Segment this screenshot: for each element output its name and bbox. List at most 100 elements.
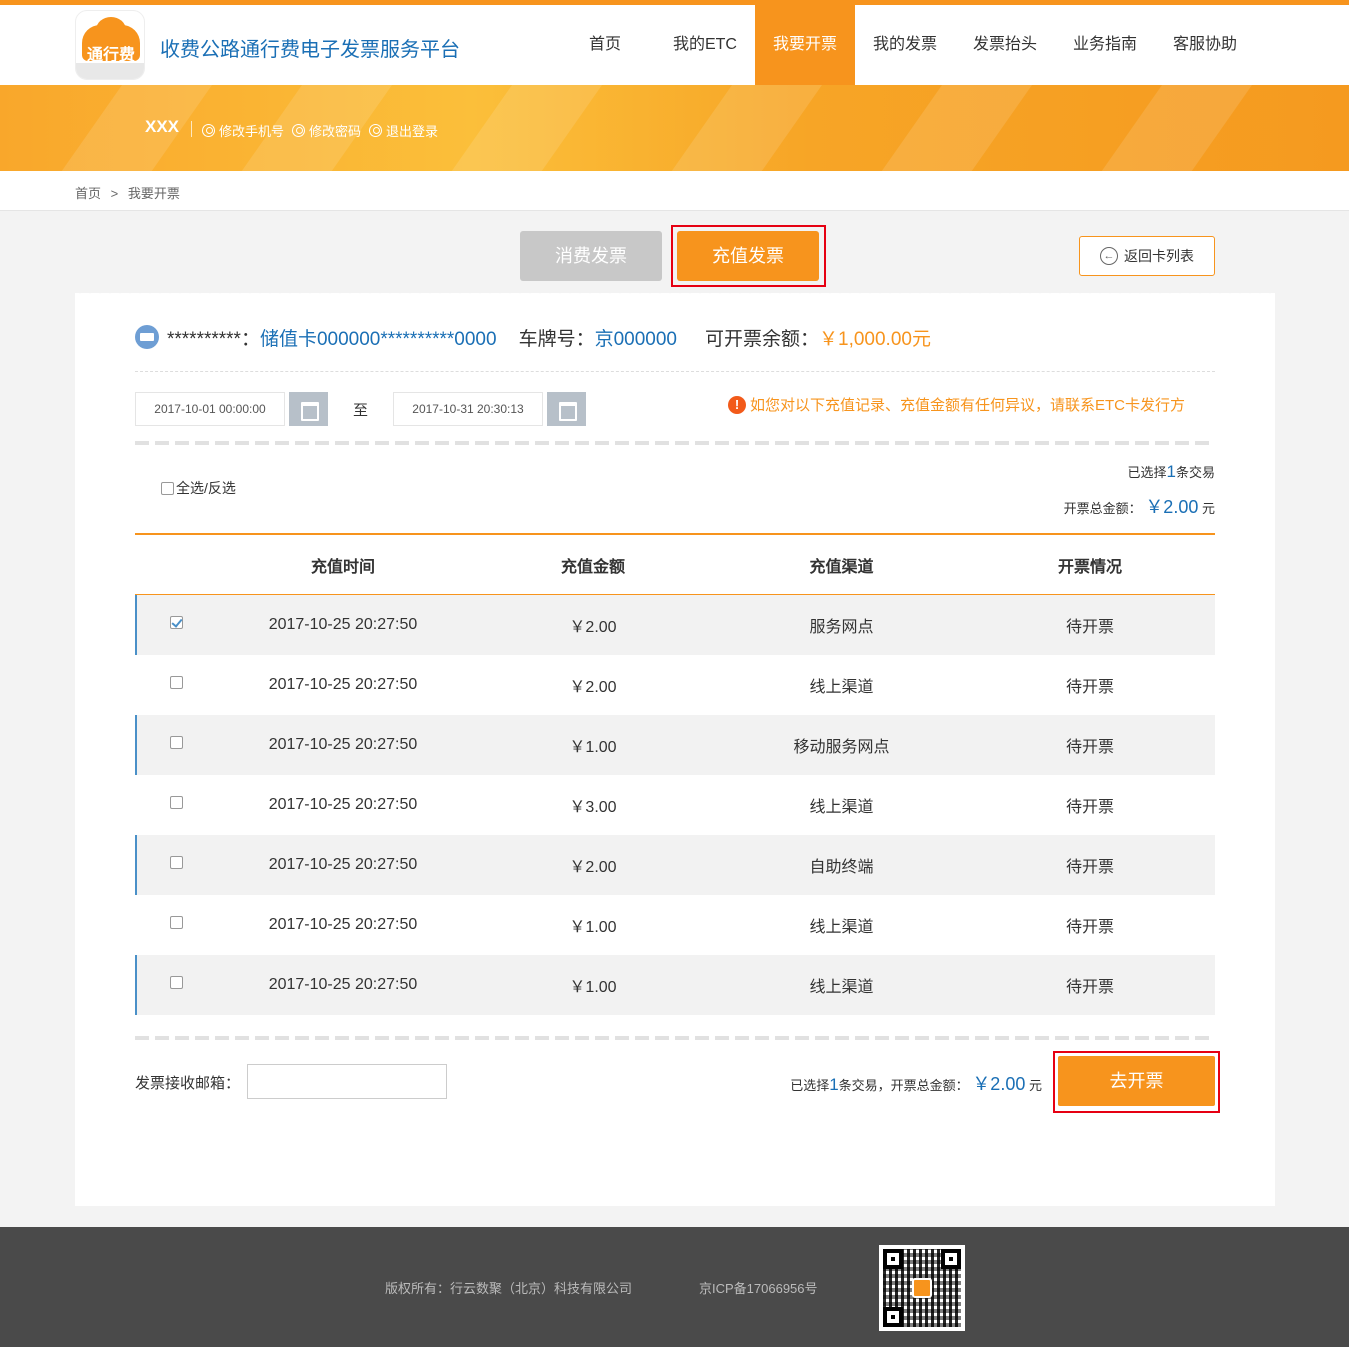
panel-serrated-edge xyxy=(75,290,1275,296)
cell-status: 待开票 xyxy=(1065,619,1114,636)
select-all-checkbox[interactable] xyxy=(161,481,174,495)
breadcrumb-home[interactable]: 首页 xyxy=(75,186,101,201)
card-number: 储值卡000000**********0000 xyxy=(259,328,497,350)
table-row[interactable]: 2017-10-25 20:27:50 ￥2.00 线上渠道 待开票 xyxy=(135,655,1215,715)
nav-item-my-invoices[interactable]: 我的发票 xyxy=(855,5,955,85)
row-checkbox[interactable] xyxy=(170,616,183,629)
column-header-channel: 充值渠道 xyxy=(809,558,874,576)
breadcrumb-bar: 首页 > 我要开票 xyxy=(0,171,1349,211)
cell-amount: ￥1.00 xyxy=(569,979,617,996)
row-checkbox[interactable] xyxy=(170,976,183,989)
balance-amount: ￥1,000.00元 xyxy=(819,328,931,350)
qr-logo-icon xyxy=(912,1278,932,1298)
cell-time: 2017-10-25 20:27:50 xyxy=(268,616,418,633)
recharge-table: 充值时间 充值金额 充值渠道 开票情况 2017-10-25 20:27:50 … xyxy=(135,533,1215,1015)
divider xyxy=(191,121,192,137)
plate-label: 车牌号： xyxy=(518,328,595,350)
cell-time: 2017-10-25 20:27:50 xyxy=(268,796,418,813)
card-masked-label: **********： xyxy=(167,328,260,350)
column-header-time: 充值时间 xyxy=(310,558,375,576)
divider xyxy=(135,371,1215,372)
breadcrumb-separator: > xyxy=(110,186,119,201)
column-header-amount: 充值金额 xyxy=(560,558,625,576)
start-date-input[interactable]: 2017-10-01 00:00:00 xyxy=(135,392,285,426)
email-label: 发票接收邮箱： xyxy=(135,1075,241,1092)
nav-item-home[interactable]: 首页 xyxy=(555,5,655,85)
cell-status: 待开票 xyxy=(1065,919,1114,936)
table-row[interactable]: 2017-10-25 20:27:50 ￥2.00 自助终端 待开票 xyxy=(135,835,1215,895)
cell-channel: 线上渠道 xyxy=(809,979,874,996)
qr-code-icon xyxy=(879,1245,965,1331)
table-row[interactable]: 2017-10-25 20:27:50 ￥1.00 线上渠道 待开票 xyxy=(135,955,1215,1015)
card-info: **********： 储值卡000000**********0000 车牌号：… xyxy=(135,322,931,352)
calendar-icon[interactable] xyxy=(289,392,328,426)
bottom-selected-count: 1 xyxy=(829,1075,839,1094)
site-title: 收费公路通行费电子发票服务平台 xyxy=(160,39,460,61)
icp-text[interactable]: 京ICP备17066956号 xyxy=(699,1278,818,1297)
user-icon xyxy=(202,124,215,137)
nav-item-issue-invoice[interactable]: 我要开票 xyxy=(755,5,855,85)
cell-channel: 线上渠道 xyxy=(809,679,874,696)
select-all-label: 全选/反选 xyxy=(176,480,236,496)
cell-channel: 自助终端 xyxy=(809,859,874,876)
header: 通行费 收费公路通行费电子发票服务平台 首页 我的ETC 我要开票 我的发票 发… xyxy=(0,5,1349,85)
cell-time: 2017-10-25 20:27:50 xyxy=(268,676,418,693)
cell-status: 待开票 xyxy=(1065,859,1114,876)
divider xyxy=(135,1036,1215,1040)
user-links: 修改手机号 修改密码 退出登录 xyxy=(202,121,438,140)
arrow-left-circle-icon: ← xyxy=(1100,247,1118,265)
logo-text: 通行费 xyxy=(86,47,135,64)
cell-time: 2017-10-25 20:27:50 xyxy=(268,916,418,933)
email-input[interactable] xyxy=(247,1064,447,1099)
back-to-card-list-button[interactable]: ← 返回卡列表 xyxy=(1079,236,1215,276)
table-row[interactable]: 2017-10-25 20:27:50 ￥1.00 移动服务网点 待开票 xyxy=(135,715,1215,775)
cell-amount: ￥2.00 xyxy=(569,859,617,876)
balance-label: 可开票余额： xyxy=(705,328,820,350)
table-row[interactable]: 2017-10-25 20:27:50 ￥3.00 线上渠道 待开票 xyxy=(135,775,1215,835)
nav-item-my-etc[interactable]: 我的ETC xyxy=(655,5,755,85)
change-phone-link[interactable]: 修改手机号 xyxy=(202,121,284,140)
cell-amount: ￥2.00 xyxy=(569,619,617,636)
calendar-icon[interactable] xyxy=(547,392,586,426)
table-row[interactable]: 2017-10-25 20:27:50 ￥1.00 线上渠道 待开票 xyxy=(135,895,1215,955)
plate-number: 京000000 xyxy=(594,328,677,350)
breadcrumb: 首页 > 我要开票 xyxy=(75,183,186,202)
dispute-notice: ! 如您对以下充值记录、充值金额有任何异议，请联系ETC卡发行方 xyxy=(728,394,1185,415)
divider xyxy=(135,441,1215,445)
cell-amount: ￥2.00 xyxy=(569,679,617,696)
change-password-link[interactable]: 修改密码 xyxy=(292,121,361,140)
user-banner: XXX 修改手机号 修改密码 退出登录 xyxy=(0,85,1349,171)
table-header: 充值时间 充值金额 充值渠道 开票情况 xyxy=(135,533,1215,595)
row-checkbox[interactable] xyxy=(170,856,183,869)
cell-time: 2017-10-25 20:27:50 xyxy=(268,976,418,993)
bottom-total-amount: ￥2.00 xyxy=(972,1074,1026,1094)
nav-item-guide[interactable]: 业务指南 xyxy=(1055,5,1155,85)
logo-base xyxy=(76,63,144,79)
cell-status: 待开票 xyxy=(1065,979,1114,996)
tab-consume-invoice[interactable]: 消费发票 xyxy=(520,231,662,281)
cell-amount: ￥3.00 xyxy=(569,799,617,816)
row-checkbox[interactable] xyxy=(170,796,183,809)
notice-text: 如您对以下充值记录、充值金额有任何异议，请联系ETC卡发行方 xyxy=(750,397,1186,414)
logout-link[interactable]: 退出登录 xyxy=(369,121,438,140)
cell-status: 待开票 xyxy=(1065,739,1114,756)
selected-count-info: 已选择1条交易 xyxy=(1127,462,1216,481)
end-date-input[interactable]: 2017-10-31 20:30:13 xyxy=(393,392,543,426)
select-all-toggle[interactable]: 全选/反选 xyxy=(161,478,236,498)
nav-item-support[interactable]: 客服协助 xyxy=(1155,5,1255,85)
site-logo[interactable]: 通行费 xyxy=(75,10,145,80)
user-name: XXX xyxy=(145,117,180,136)
main-nav: 首页 我的ETC 我要开票 我的发票 发票抬头 业务指南 客服协助 xyxy=(555,5,1255,85)
row-checkbox[interactable] xyxy=(170,736,183,749)
breadcrumb-current: 我要开票 xyxy=(127,186,180,201)
nav-item-invoice-title[interactable]: 发票抬头 xyxy=(955,5,1055,85)
column-header-status: 开票情况 xyxy=(1057,558,1122,576)
cell-time: 2017-10-25 20:27:50 xyxy=(268,856,418,873)
table-row[interactable]: 2017-10-25 20:27:50 ￥2.00 服务网点 待开票 xyxy=(135,595,1215,655)
row-checkbox[interactable] xyxy=(170,916,183,929)
total-amount: ￥2.00 xyxy=(1145,497,1199,517)
date-range-to: 至 xyxy=(353,402,369,419)
row-checkbox[interactable] xyxy=(170,676,183,689)
cell-channel: 移动服务网点 xyxy=(793,739,890,756)
back-button-label: 返回卡列表 xyxy=(1124,248,1194,264)
